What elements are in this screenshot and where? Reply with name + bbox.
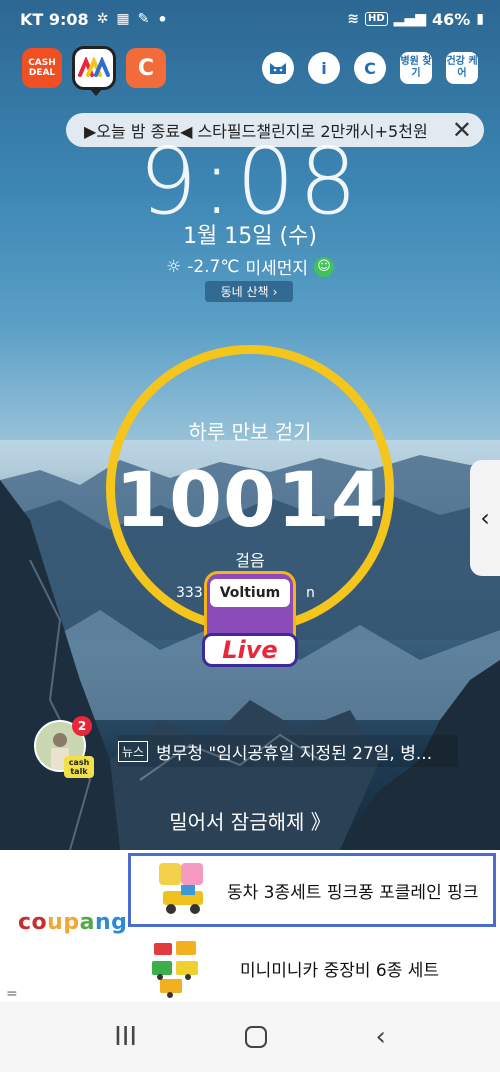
- status-bar: KT 9:08 ✲ ▦ ✎ • ≋ HD ▂▄▆ 46% ▮: [0, 0, 500, 38]
- ad-item-1-title: 동차 3종세트 핑크퐁 포클레인 핑크: [227, 882, 479, 903]
- health-label: 건강 케어: [446, 56, 478, 79]
- side-panel-handle[interactable]: ‹: [470, 460, 500, 576]
- notification-dot: •: [157, 9, 168, 29]
- hospital-label: 병원 찾기: [400, 56, 432, 79]
- chevron-right-icon: ›: [272, 284, 278, 299]
- info-icon[interactable]: i: [308, 52, 340, 84]
- cashwalk-logo-icon: [78, 57, 110, 77]
- weather-row: ☼ -2.7℃ 미세먼지 ☺: [0, 254, 500, 279]
- lock-clock: 9:08: [138, 128, 362, 235]
- network-icon: ✲: [96, 11, 109, 27]
- chevron-left-icon: ‹: [480, 504, 490, 532]
- coin-icon[interactable]: C: [354, 52, 386, 84]
- step-title: 하루 만보 걷기: [188, 420, 312, 444]
- coin-glyph: C: [364, 58, 376, 78]
- recent-apps-button[interactable]: III: [114, 1022, 137, 1052]
- cashdeal-label: CASH DEAL: [28, 58, 56, 78]
- app-shortcuts: CASH DEAL C: [22, 46, 166, 96]
- home-button[interactable]: [245, 1026, 268, 1048]
- step-sub-suffix: n: [306, 585, 315, 601]
- ad-item-1[interactable]: 동차 3종세트 핑크퐁 포클레인 핑크: [128, 853, 496, 927]
- ad-item-2-title: 미니미니카 중장비 6종 세트: [240, 960, 440, 981]
- mini-car-set-icon: [148, 937, 210, 999]
- voltium-live-badge[interactable]: Voltium Live: [198, 563, 302, 671]
- walk-button-label: 동네 산책: [220, 285, 269, 299]
- menu-icon[interactable]: =: [6, 986, 18, 1002]
- signal-icon: ▂▄▆: [393, 11, 426, 27]
- live-label: Live: [202, 633, 298, 667]
- lock-date: 1월 15일 (수): [183, 224, 317, 249]
- hd-voice-icon: HD: [365, 12, 388, 26]
- grid-icon: ▦: [116, 11, 130, 27]
- step-count: 10014: [115, 455, 385, 544]
- ad-item-2[interactable]: 미니미니카 중장비 6종 세트: [128, 935, 496, 1001]
- news-headline: 병무청 "임시공휴일 지정된 27일, 병...: [156, 743, 433, 764]
- pen-icon: ✎: [137, 11, 150, 27]
- navigation-bar: III ‹: [0, 1002, 500, 1072]
- cashdeal-app-icon[interactable]: CASH DEAL: [22, 48, 62, 88]
- cat-face-icon: [270, 63, 286, 74]
- cashcat-glyph: C: [137, 55, 155, 81]
- smile-icon: ☺: [314, 256, 335, 277]
- back-button[interactable]: ‹: [375, 1022, 385, 1052]
- health-care-button[interactable]: 건강 케어: [446, 52, 478, 84]
- cat-icon[interactable]: [262, 52, 294, 84]
- news-ticker[interactable]: 뉴스 병무청 "임시공휴일 지정된 27일, 병...: [118, 735, 458, 767]
- news-tag: 뉴스: [118, 740, 149, 762]
- speech-tail: [89, 88, 103, 96]
- toy-car-set-icon: [151, 859, 213, 921]
- notification-badge: 2: [72, 716, 92, 736]
- hospital-search-button[interactable]: 병원 찾기: [400, 52, 432, 84]
- battery-percent: 46%: [431, 9, 471, 29]
- sun-icon: ☼: [165, 256, 182, 277]
- info-glyph: i: [321, 58, 327, 78]
- neighborhood-walk-button[interactable]: 동네 산책 ›: [205, 281, 293, 302]
- quick-icons: i C 병원 찾기 건강 케어: [262, 52, 478, 84]
- temperature: -2.7℃: [187, 256, 240, 277]
- fine-dust-label: 미세먼지: [245, 259, 309, 279]
- carrier-time: KT 9:08: [20, 9, 89, 29]
- wifi-icon: ≋: [347, 11, 359, 27]
- voltium-label: Voltium: [210, 579, 290, 607]
- cashwalk-app-icon[interactable]: [72, 46, 116, 96]
- coupang-logo[interactable]: coupang: [18, 910, 127, 935]
- cashcat-app-icon[interactable]: C: [126, 48, 166, 88]
- slide-to-unlock[interactable]: 밀어서 잠금해제 》: [0, 806, 500, 835]
- battery-icon: ▮: [476, 11, 484, 27]
- cashtalk-label: cash talk: [64, 756, 94, 778]
